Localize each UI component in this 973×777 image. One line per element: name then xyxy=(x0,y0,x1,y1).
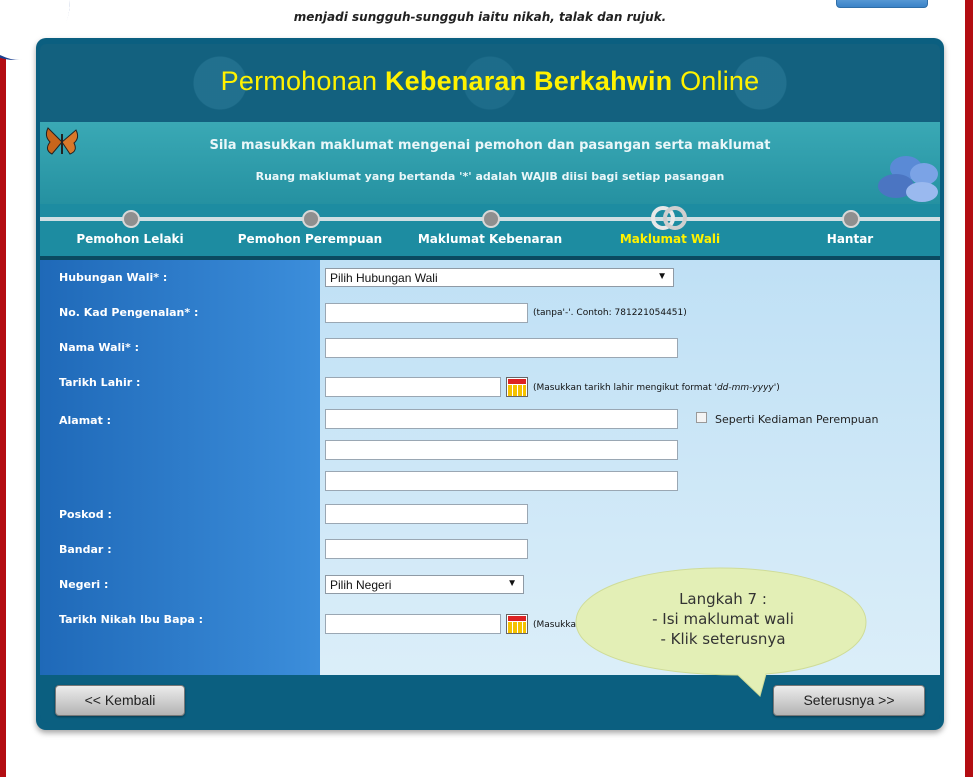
alamat-line-2-input[interactable] xyxy=(325,440,678,460)
dropdown-arrow-icon: ▼ xyxy=(657,271,667,282)
callout-line-3: - Klik seterusnya xyxy=(660,630,786,648)
callout-text: Langkah 7 : - Isi maklumat wali - Klik s… xyxy=(600,589,846,649)
step-maklumat-wali: Maklumat Wali xyxy=(619,232,721,246)
butterfly-icon xyxy=(45,127,79,155)
wedding-rings-icon xyxy=(651,206,687,230)
poskod-input[interactable] xyxy=(325,504,528,524)
tarikh-lahir-label: Tarikh Lahir : xyxy=(59,376,141,389)
step-maklumat-kebenaran: Maklumat Kebenaran xyxy=(417,232,563,246)
hubungan-wali-select[interactable]: Pilih Hubungan Wali ▼ xyxy=(325,268,674,287)
top-partial-button[interactable] xyxy=(836,0,928,8)
flowers-icon xyxy=(878,156,938,202)
ic-hint: (tanpa'-'. Contoh: 781221054451) xyxy=(533,308,687,318)
step-hantar: Hantar xyxy=(826,232,874,246)
step-dot-1 xyxy=(122,210,140,228)
page-title: Permohonan Kebenaran Berkahwin Online xyxy=(220,66,760,96)
intro-band xyxy=(40,122,940,204)
hubungan-wali-value: Pilih Hubungan Wali xyxy=(330,271,438,285)
kembali-button[interactable]: << Kembali xyxy=(55,685,185,716)
bandar-label: Bandar : xyxy=(59,543,112,556)
negeri-select[interactable]: Pilih Negeri ▼ xyxy=(325,575,524,594)
step-pemohon-perempuan: Pemohon Perempuan xyxy=(237,232,383,246)
seperti-kediaman-label: Seperti Kediaman Perempuan xyxy=(715,413,879,426)
poskod-label: Poskod : xyxy=(59,508,112,521)
left-border-strip xyxy=(0,0,6,777)
ic-input[interactable] xyxy=(325,303,528,323)
negeri-value: Pilih Negeri xyxy=(330,578,392,592)
right-border-strip xyxy=(965,0,973,777)
tarikh-nikah-input[interactable] xyxy=(325,614,501,634)
bandar-input[interactable] xyxy=(325,539,528,559)
step-pemohon-lelaki: Pemohon Lelaki xyxy=(76,232,184,246)
alamat-line-1-input[interactable] xyxy=(325,409,678,429)
callout-line-1: Langkah 7 : xyxy=(679,590,767,608)
seperti-kediaman-checkbox[interactable] xyxy=(696,412,707,423)
tarikh-nikah-label: Tarikh Nikah Ibu Bapa : xyxy=(59,613,204,626)
tarikh-lahir-hint: (Masukkan tarikh lahir mengikut format '… xyxy=(533,383,780,393)
hubungan-wali-label: Hubungan Wali* : xyxy=(59,271,168,284)
ic-label: No. Kad Pengenalan* : xyxy=(59,306,199,319)
top-notice-text: menjadi sungguh-sungguh iaitu nikah, tal… xyxy=(293,10,667,24)
nama-wali-input[interactable] xyxy=(325,338,678,358)
callout-line-2: - Isi maklumat wali xyxy=(652,610,794,628)
intro-line-1: Sila masukkan maklumat mengenai pemohon … xyxy=(209,138,771,153)
calendar-icon[interactable] xyxy=(506,377,528,397)
dropdown-arrow-icon: ▼ xyxy=(507,578,517,589)
intro-line-2: Ruang maklumat yang bertanda '*' adalah … xyxy=(255,170,725,183)
alamat-line-3-input[interactable] xyxy=(325,471,678,491)
alamat-label: Alamat : xyxy=(59,414,112,427)
step-dot-2 xyxy=(302,210,320,228)
negeri-label: Negeri : xyxy=(59,578,109,591)
nama-wali-label: Nama Wali* : xyxy=(59,341,140,354)
step-dot-3 xyxy=(482,210,500,228)
step-dot-5 xyxy=(842,210,860,228)
calendar-icon[interactable] xyxy=(506,614,528,634)
tarikh-lahir-input[interactable] xyxy=(325,377,501,397)
